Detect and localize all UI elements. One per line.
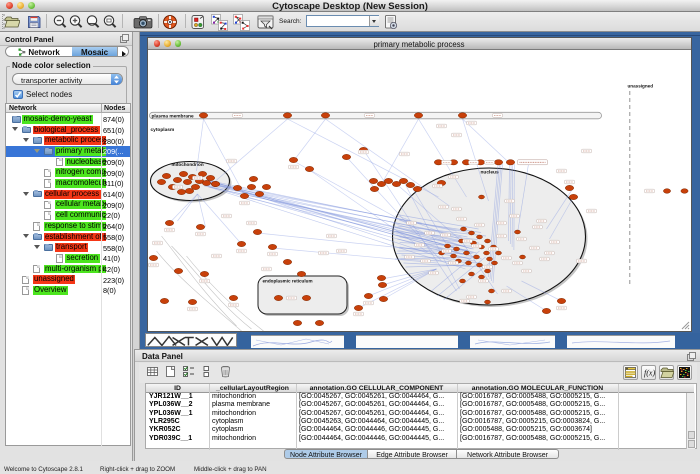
svg-text:unassigned: unassigned bbox=[627, 84, 653, 89]
svg-text:f(x): f(x) bbox=[644, 369, 655, 378]
svg-text:mitochondrion: mitochondrion bbox=[171, 162, 203, 167]
svg-text:cytoplasm: cytoplasm bbox=[150, 127, 174, 133]
svg-text:plasma membrane: plasma membrane bbox=[151, 113, 193, 119]
svg-text:endoplasmic reticulum: endoplasmic reticulum bbox=[262, 279, 312, 284]
svg-text:nucleus: nucleus bbox=[480, 170, 498, 176]
